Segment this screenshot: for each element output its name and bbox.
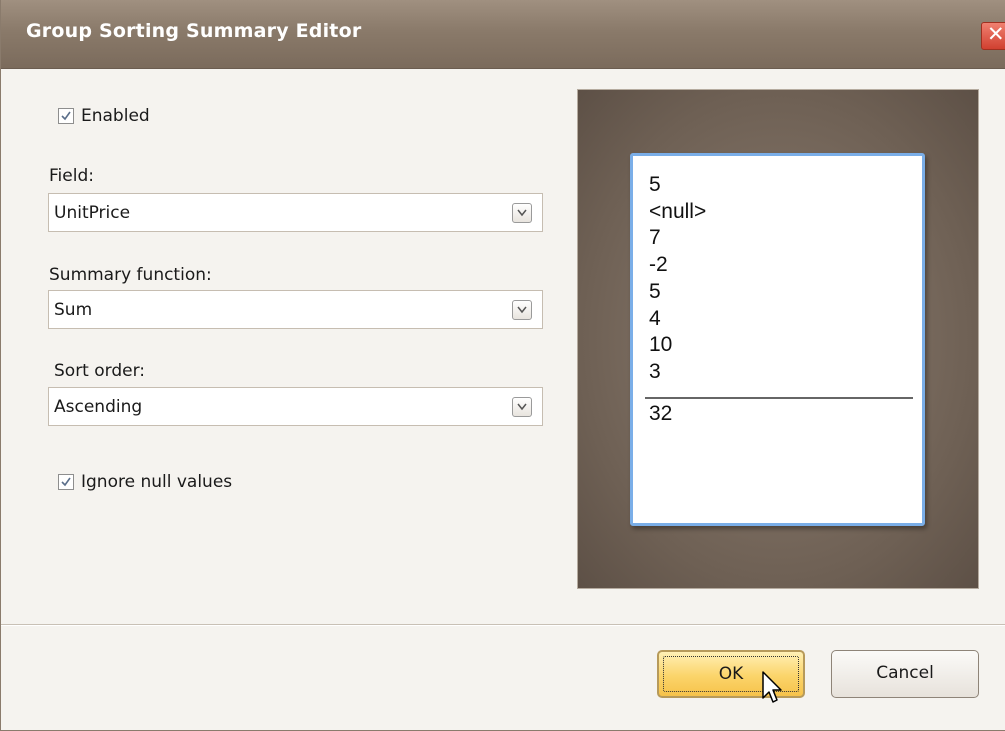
preview-value: 4 xyxy=(649,306,661,330)
preview-value: 3 xyxy=(649,359,661,383)
mouse-pointer-icon xyxy=(762,671,782,703)
close-icon: ✕ xyxy=(987,22,1005,46)
enabled-checkbox-row[interactable]: Enabled xyxy=(58,106,150,126)
sort-order-label: Sort order: xyxy=(54,361,146,381)
preview-panel: 5 <null> 7 -2 5 4 10 3 32 xyxy=(577,89,979,589)
summary-function-combobox[interactable]: Sum xyxy=(48,290,543,329)
summary-function-value: Sum xyxy=(54,300,93,320)
preview-value: 5 xyxy=(649,173,661,196)
preview-divider xyxy=(645,397,913,399)
ignore-null-checkbox[interactable] xyxy=(58,474,74,490)
enabled-checkbox[interactable] xyxy=(58,108,74,124)
footer-separator xyxy=(1,624,1005,625)
field-dropdown-button[interactable] xyxy=(512,203,532,223)
chevron-down-icon xyxy=(517,403,527,411)
sort-order-value: Ascending xyxy=(54,397,143,417)
preview-value: -2 xyxy=(649,253,668,277)
close-button[interactable]: ✕ xyxy=(981,22,1005,50)
dialog-window: Group Sorting Summary Editor ✕ Enabled F… xyxy=(0,0,1005,731)
preview-value: <null> xyxy=(649,199,707,223)
field-combobox[interactable]: UnitPrice xyxy=(48,193,543,232)
checkmark-icon xyxy=(61,477,71,487)
ignore-null-checkbox-row[interactable]: Ignore null values xyxy=(58,472,232,492)
checkmark-icon xyxy=(61,111,71,121)
summary-function-label: Summary function: xyxy=(49,265,212,285)
preview-values-list: 5 <null> 7 -2 5 4 10 3 xyxy=(649,172,706,386)
preview-value: 7 xyxy=(649,226,661,250)
chevron-down-icon xyxy=(517,306,527,314)
cancel-button-label: Cancel xyxy=(876,663,934,683)
preview-sheet: 5 <null> 7 -2 5 4 10 3 32 xyxy=(630,153,925,526)
preview-value: 10 xyxy=(649,333,673,357)
sort-order-combobox[interactable]: Ascending xyxy=(48,387,543,426)
cancel-button[interactable]: Cancel xyxy=(831,650,979,698)
preview-value: 5 xyxy=(649,279,661,303)
field-label: Field: xyxy=(49,166,94,186)
enabled-label: Enabled xyxy=(81,106,150,126)
chevron-down-icon xyxy=(517,209,527,217)
field-value: UnitPrice xyxy=(54,203,131,223)
dialog-title: Group Sorting Summary Editor xyxy=(26,20,362,42)
title-bar[interactable]: Group Sorting Summary Editor ✕ xyxy=(1,0,1005,69)
sort-order-dropdown-button[interactable] xyxy=(512,397,532,417)
ignore-null-label: Ignore null values xyxy=(81,472,233,492)
summary-function-dropdown-button[interactable] xyxy=(512,300,532,320)
preview-total: 32 xyxy=(649,402,673,425)
